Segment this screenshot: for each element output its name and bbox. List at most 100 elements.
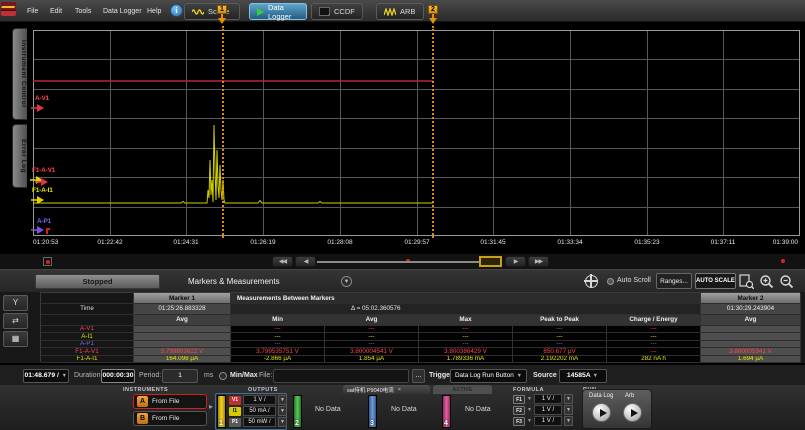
file-input[interactable] <box>273 369 409 383</box>
ref-arrow-f1ai1-icon[interactable] <box>31 196 44 204</box>
row-label[interactable]: F1-A-I1 <box>41 356 134 364</box>
cell: 3.800005341 V <box>701 348 801 356</box>
auto-scroll-indicator-icon[interactable] <box>607 278 614 285</box>
zoom-out-icon[interactable] <box>779 274 794 289</box>
chevron-down-icon[interactable]: ▼ <box>341 276 352 287</box>
f1-scale-value[interactable]: 1 V / <box>534 394 562 404</box>
menu-help[interactable]: Help <box>144 5 164 18</box>
formula-f3-row: F3 ▼ 1 V / ▼ <box>513 416 573 426</box>
cell: 3.799535751 V <box>231 348 325 356</box>
row-label[interactable]: A-V1 <box>41 326 134 334</box>
i1-scale-dropdown[interactable]: ▼ <box>278 406 287 416</box>
f1-tag[interactable]: F1 <box>513 395 525 404</box>
zoom-in-icon[interactable] <box>759 274 774 289</box>
instrument-a-button[interactable]: A From File <box>133 394 207 409</box>
f2-tag[interactable]: F2 <box>513 406 525 415</box>
menu-data-logger[interactable]: Data Logger <box>100 5 145 18</box>
instrument-b-button[interactable]: B From File <box>133 411 207 426</box>
ranges-button[interactable]: Ranges... <box>656 273 692 289</box>
elapsed-time-dropdown[interactable]: 01:48.679 / ▼ <box>23 369 69 383</box>
ref-arrow-f1av1-icon[interactable] <box>35 178 48 186</box>
cell <box>701 341 801 349</box>
period-input[interactable]: 1 <box>162 369 198 383</box>
sidebar-tab-error-log[interactable]: Error Log <box>12 124 27 188</box>
add-marker-icon[interactable] <box>585 275 598 288</box>
f3-scale-value[interactable]: 1 V / <box>534 416 562 426</box>
auto-scale-button[interactable]: AUTO SCALE <box>695 273 736 289</box>
source-dropdown[interactable]: 14585A ▼ <box>559 369 607 383</box>
v1-scale-value[interactable]: 1 V / <box>243 395 276 405</box>
marker1-flag[interactable]: 1 <box>217 5 227 14</box>
run-arb-button[interactable] <box>623 403 642 422</box>
row-label[interactable]: F1-A-V1 <box>41 348 134 356</box>
close-icon[interactable]: × <box>398 387 401 393</box>
f3-tag[interactable]: F3 <box>513 417 525 426</box>
f1-caret-icon[interactable]: ▼ <box>527 396 532 402</box>
marker2-line[interactable] <box>432 26 434 238</box>
i1-scale-value[interactable]: 50 mA / <box>243 406 276 416</box>
chart-area[interactable]: A-V1 F1-A-V1 F1-A-I1 A-P1 <box>27 22 805 255</box>
menu-file[interactable]: File <box>24 5 41 18</box>
expand-chevron-icon[interactable]: ▸ <box>209 402 213 411</box>
f3-scale-dropdown[interactable]: ▼ <box>564 416 573 426</box>
period-label: Period: <box>139 372 161 379</box>
tab-data-logger[interactable]: Data Logger <box>249 3 307 20</box>
f2-scale-dropdown[interactable]: ▼ <box>564 405 573 415</box>
ref-arrow-av1-icon[interactable] <box>31 104 44 112</box>
tab-scope[interactable]: Scope <box>184 3 240 20</box>
keysight-logo-icon <box>1 2 16 16</box>
cell: --- <box>231 326 325 334</box>
marker1-flag-arrow-icon <box>218 18 226 24</box>
active-tab[interactable]: ACTIVE <box>433 385 492 394</box>
browse-button[interactable]: ... <box>412 369 425 383</box>
scroll-prev-button[interactable]: ◀ <box>295 256 316 267</box>
marker1-line[interactable] <box>222 26 224 238</box>
scroll-track[interactable] <box>317 261 481 263</box>
zoom-region-icon[interactable] <box>739 274 754 289</box>
output3-bar[interactable]: 3 <box>368 395 377 428</box>
tab-ccdf[interactable]: CCDF <box>311 3 363 20</box>
f1-scale-dropdown[interactable]: ▼ <box>564 394 573 404</box>
minmax-checkbox[interactable] <box>219 372 227 380</box>
datafile-tab-label: sat待机 P9040电流 <box>347 386 394 394</box>
scroll-first-button[interactable]: ◀◀ <box>272 256 293 267</box>
v1-scale-dropdown[interactable]: ▼ <box>278 395 287 405</box>
scroll-handle[interactable] <box>479 256 502 267</box>
p1-scale-dropdown[interactable]: ▼ <box>278 417 287 427</box>
marker-tool-button[interactable]: Y <box>3 295 28 311</box>
marker1-header[interactable]: Marker 1 <box>134 293 231 304</box>
row-label[interactable]: A-I1 <box>41 333 134 341</box>
marker2-flag[interactable]: 2 <box>428 5 438 14</box>
output4-bar[interactable]: 4 <box>442 395 451 428</box>
output2-status: No Data <box>315 406 341 413</box>
sidebar-tab-instrument-control[interactable]: Instrument Control <box>12 28 27 120</box>
run-datalog-label: Data Log <box>589 393 613 399</box>
menu-edit[interactable]: Edit <box>47 5 65 18</box>
p1-scale-value[interactable]: 50 mW / <box>243 417 276 427</box>
table-corner <box>41 293 134 304</box>
x-tick-label: 01:26:19 <box>241 238 285 248</box>
marker-pair-button[interactable]: ⇄ <box>3 313 28 329</box>
table-view-button[interactable]: ▦ <box>3 331 28 347</box>
tab-arb[interactable]: ARB <box>376 3 424 20</box>
menu-tools[interactable]: Tools <box>72 5 94 18</box>
output1-number: 1 <box>219 420 223 427</box>
f2-caret-icon[interactable]: ▼ <box>527 407 532 413</box>
output1-bar[interactable]: 1 <box>217 395 226 428</box>
f2-scale-value[interactable]: 1 V / <box>534 405 562 415</box>
datafile-tab[interactable]: sat待机 P9040电流 × <box>343 385 430 394</box>
marker2-header[interactable]: Marker 2 <box>701 293 801 304</box>
scroll-next-button[interactable]: ▶ <box>505 256 526 267</box>
f3-caret-icon[interactable]: ▼ <box>527 418 532 424</box>
scroll-last-button[interactable]: ▶▶ <box>528 256 549 267</box>
row-label[interactable]: A-P1 <box>41 341 134 349</box>
ref-arrow-ap1-icon[interactable] <box>31 226 44 234</box>
trigger-dropdown[interactable]: Data Log Run Button ▼ <box>450 369 527 383</box>
run-datalog-button[interactable] <box>592 403 611 422</box>
auto-scroll-label[interactable]: Auto Scroll <box>617 277 651 284</box>
duration-label: Duration: <box>74 372 102 379</box>
minmax-label[interactable]: Min/Max <box>230 372 258 379</box>
output2-bar[interactable]: 2 <box>293 395 302 428</box>
cell: -2.866 µA <box>231 356 325 364</box>
info-icon[interactable]: i <box>170 4 183 17</box>
